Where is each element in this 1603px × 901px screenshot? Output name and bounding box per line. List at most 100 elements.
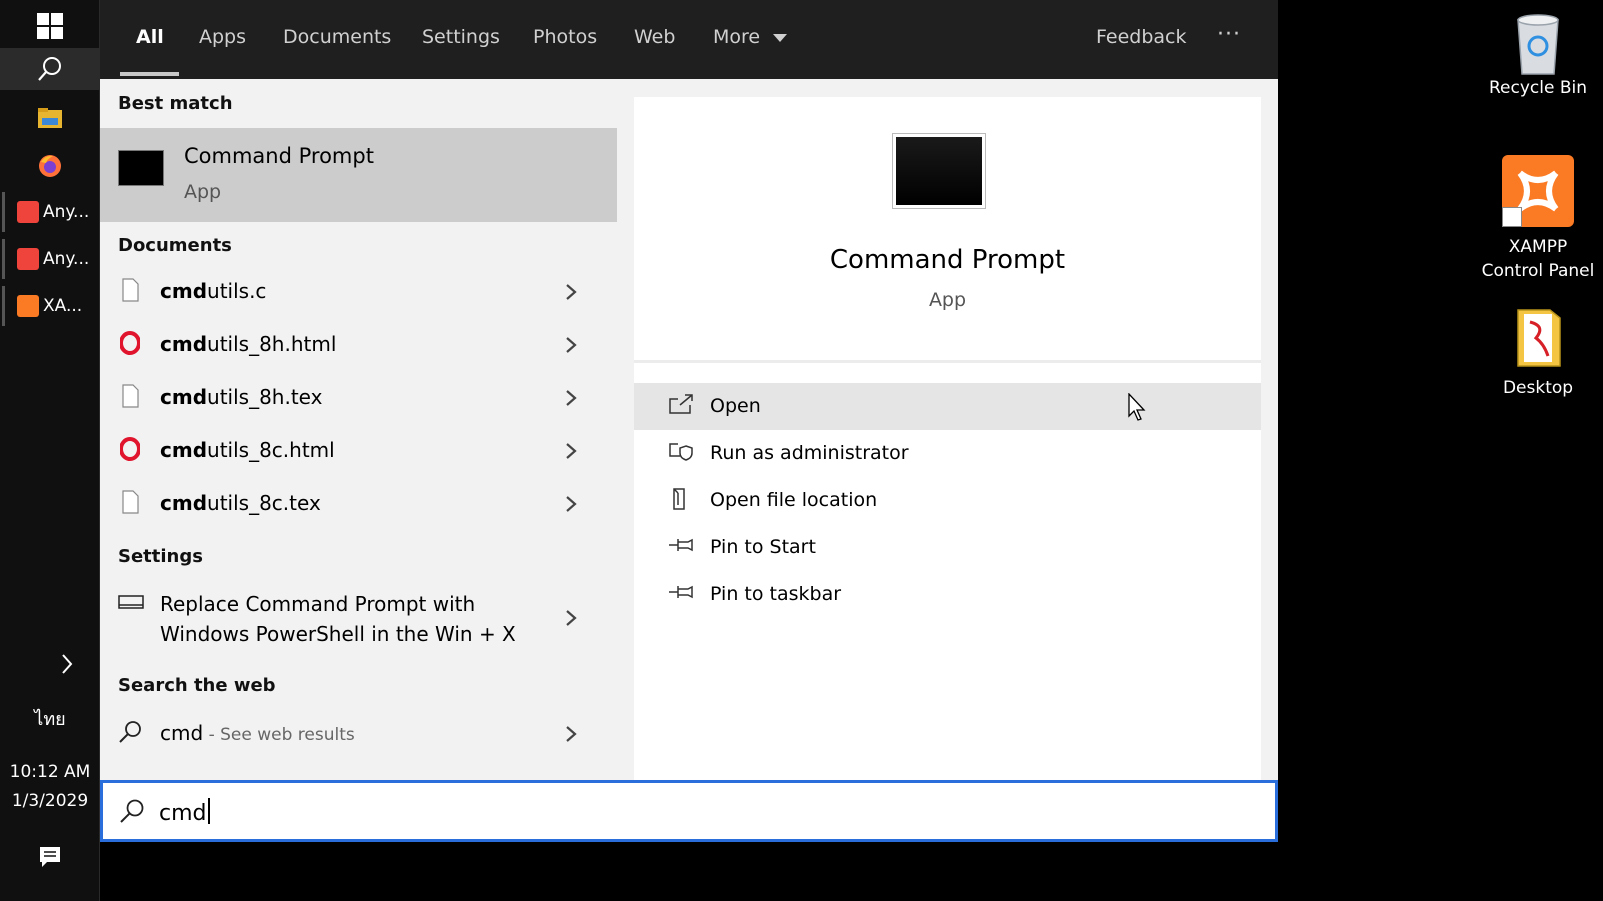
desktop-icon-label: Desktop [1502, 378, 1574, 398]
section-heading-best-match: Best match [118, 93, 233, 114]
input-language[interactable]: ไทย [0, 704, 100, 733]
best-match-result[interactable]: Command Prompt App [100, 128, 617, 222]
search-icon [119, 721, 141, 743]
chevron-right-icon[interactable] [564, 442, 578, 459]
settings-result[interactable]: Replace Command Prompt with Windows Powe… [100, 579, 617, 651]
web-search-result[interactable]: cmd - See web results [100, 707, 617, 760]
action-pin-to-start[interactable]: Pin to Start [634, 524, 1261, 571]
document-result[interactable]: cmdutils_8h.tex [100, 371, 617, 424]
settings-result-label: Replace Command Prompt with Windows Powe… [160, 589, 516, 649]
shield-icon [669, 443, 693, 461]
desktop-icon-xampp[interactable]: XAMPP Control Panel [1475, 155, 1601, 283]
section-heading-documents: Documents [118, 235, 232, 256]
pin-icon [669, 585, 693, 599]
document-result[interactable]: cmdutils_8c.tex [100, 477, 617, 530]
anydesk-icon [17, 248, 39, 270]
folder-icon [38, 108, 62, 128]
desktop-icon-label: Recycle Bin [1488, 78, 1587, 98]
tab-web[interactable]: Web [634, 26, 675, 48]
chevron-right-icon[interactable] [564, 336, 578, 353]
search-taskbar-button[interactable] [0, 48, 100, 90]
preview-pane: Command Prompt App Open Run as administr… [634, 97, 1261, 780]
clock-date[interactable]: 1/3/2029 [0, 791, 100, 811]
document-result[interactable]: cmdutils_8h.html [100, 318, 617, 371]
settings-result-line2: Windows PowerShell in the Win + X [160, 622, 516, 646]
chevron-right-icon[interactable] [564, 609, 578, 626]
action-label: Open file location [710, 489, 878, 511]
action-open[interactable]: Open [634, 383, 1261, 430]
action-label: Pin to Start [710, 536, 816, 558]
action-pin-to-taskbar[interactable]: Pin to taskbar [634, 571, 1261, 618]
tab-more-label: More [713, 26, 761, 48]
chevron-right-icon[interactable] [564, 389, 578, 406]
section-heading-settings: Settings [118, 546, 203, 567]
search-box[interactable]: cmd [100, 780, 1278, 842]
text-caret [207, 798, 210, 824]
action-open-file-location[interactable]: Open file location [634, 477, 1261, 524]
document-name: cmdutils_8h.html [160, 332, 337, 356]
file-explorer-button[interactable] [0, 98, 100, 138]
feedback-link[interactable]: Feedback [1096, 26, 1186, 48]
taskbar-app-label: Any... [43, 202, 90, 222]
opera-icon [120, 331, 140, 355]
tab-apps[interactable]: Apps [199, 26, 246, 48]
section-heading-web: Search the web [118, 675, 276, 696]
action-label: Pin to taskbar [710, 583, 842, 605]
desktop-icon-label: XAMPP [1508, 237, 1568, 257]
taskbar: Any... Any... XA... ไทย 10:12 AM 1/3/202… [0, 0, 100, 901]
chevron-right-icon[interactable] [564, 495, 578, 512]
web-query: cmd - See web results [160, 721, 355, 745]
chevron-right-icon[interactable] [564, 283, 578, 300]
file-icon [122, 278, 139, 302]
document-result[interactable]: cmdutils.c [100, 265, 617, 318]
tab-all[interactable]: All [136, 26, 164, 48]
document-result[interactable]: cmdutils_8c.html [100, 424, 617, 477]
windows-logo-icon [37, 13, 63, 39]
active-tab-indicator [120, 72, 179, 76]
start-button[interactable] [0, 6, 100, 46]
shortcut-arrow-icon [1502, 207, 1522, 227]
best-match-subtitle: App [184, 181, 222, 203]
action-label: Run as administrator [710, 442, 909, 464]
action-run-as-admin[interactable]: Run as administrator [634, 430, 1261, 477]
chevron-right-icon[interactable] [564, 725, 578, 742]
recycle-bin-icon [1517, 14, 1559, 75]
action-label: Open [710, 395, 761, 417]
search-flyout: All Apps Documents Settings Photos Web M… [100, 0, 1278, 842]
search-input[interactable]: cmd [159, 798, 210, 826]
tab-more[interactable]: More [713, 26, 788, 48]
tab-settings[interactable]: Settings [422, 26, 500, 48]
notification-icon [40, 847, 60, 867]
more-options-button[interactable]: ··· [1217, 22, 1241, 47]
document-name: cmdutils_8c.html [160, 438, 335, 462]
file-icon [122, 490, 139, 514]
tab-photos[interactable]: Photos [533, 26, 597, 48]
open-icon [669, 394, 693, 414]
search-filter-tabs: All Apps Documents Settings Photos Web M… [100, 0, 1278, 79]
caret-down-icon [773, 33, 788, 42]
command-prompt-icon [118, 150, 164, 186]
best-match-title: Command Prompt [184, 144, 374, 168]
desktop-icon-label: Control Panel [1481, 261, 1595, 281]
divider [634, 360, 1261, 363]
desktop-icon-recycle-bin[interactable]: Recycle Bin [1475, 10, 1601, 100]
desktop-icon-desktop[interactable]: Desktop [1475, 304, 1601, 400]
taskbar-app-label: Any... [43, 249, 90, 269]
clock-time[interactable]: 10:12 AM [0, 762, 100, 782]
taskbar-app-label: XA... [43, 296, 83, 316]
search-input-value: cmd [159, 801, 207, 826]
document-name: cmdutils_8c.tex [160, 491, 321, 515]
search-icon [120, 799, 144, 823]
mouse-cursor-icon [1128, 393, 1146, 421]
monitor-settings-icon [118, 595, 144, 609]
file-location-icon [673, 488, 685, 510]
taskbar-app-anydesk-1[interactable]: Any... [2, 192, 98, 232]
taskbar-app-xampp[interactable]: XA... [2, 286, 98, 326]
taskbar-app-anydesk-2[interactable]: Any... [2, 239, 98, 279]
anydesk-icon [17, 201, 39, 223]
action-center-button[interactable] [0, 840, 100, 874]
tab-documents[interactable]: Documents [283, 26, 391, 48]
show-hidden-icons-button[interactable] [0, 646, 100, 682]
document-name: cmdutils_8h.tex [160, 385, 323, 409]
firefox-button[interactable] [0, 146, 100, 186]
